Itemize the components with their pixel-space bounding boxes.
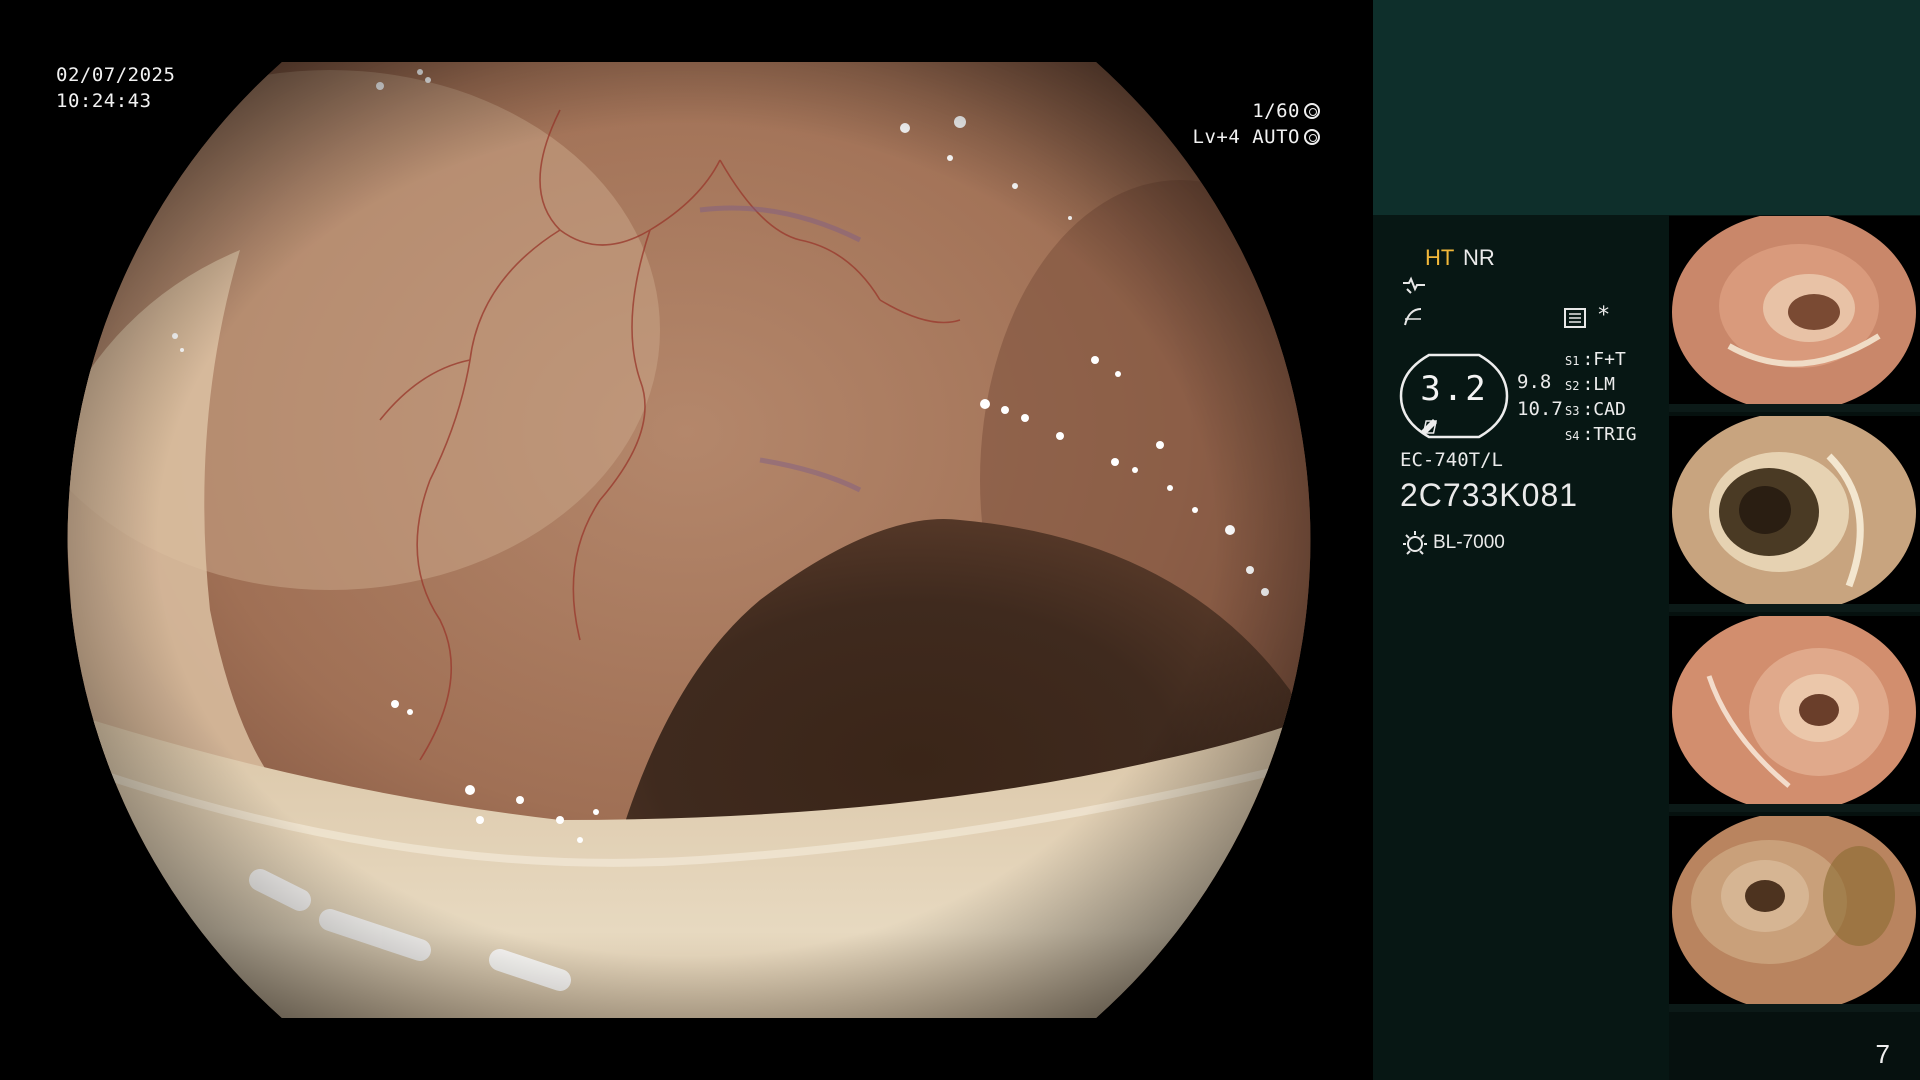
date-time-display: 02/07/2025 10:24:43 [56, 62, 175, 114]
side-value-1: 9.8 [1517, 371, 1552, 393]
mode-ht-label: HT [1425, 245, 1455, 270]
level-text: Lv+4 AUTO [1192, 126, 1300, 148]
scope-model: EC-740T/L [1400, 449, 1503, 471]
star-marker: * [1597, 303, 1611, 328]
tone-curve-icon [1404, 308, 1422, 326]
exposure-display: 1/60 Lv+4 AUTO [1160, 98, 1320, 150]
thumbnail-bar [1669, 804, 1920, 812]
thumbnail-image [1672, 816, 1916, 1012]
captured-thumbnail[interactable] [1669, 616, 1920, 812]
switch-key: S2 [1565, 379, 1580, 393]
switch-value: TRIG [1593, 424, 1637, 445]
oval-value: 3.2 [1420, 369, 1488, 409]
value-oval: 3.2 [1399, 351, 1509, 441]
switch-value: LM [1593, 374, 1615, 395]
settings-info: HT NR * 3.2 9.8 10.7 S1:F+T S2:LM S3:… [1373, 215, 1669, 1080]
panel-header-area [1373, 0, 1920, 215]
light-source-label: BL-7000 [1433, 532, 1505, 553]
thumbnail-bar [1669, 404, 1920, 412]
date-text: 02/07/2025 [56, 64, 176, 86]
thumbnail-image [1672, 216, 1916, 412]
record-list-icon [1564, 308, 1586, 328]
captured-thumbnail[interactable] [1669, 416, 1920, 612]
switch-value: F+T [1593, 349, 1626, 370]
captured-thumbnail[interactable] [1669, 216, 1920, 412]
switch-s2: S2:LM [1565, 374, 1615, 395]
enhance-curve-icon [1403, 276, 1425, 294]
switch-s3: S3:CAD [1565, 399, 1626, 420]
light-source-icon [1403, 531, 1427, 555]
switch-s1: S1:F+T [1565, 349, 1626, 370]
thumbnail-image [1672, 416, 1916, 612]
thumbnail-bar [1669, 1004, 1920, 1012]
thumbnail-image [1672, 616, 1916, 812]
switch-key: S3 [1565, 404, 1580, 418]
endoscopy-screen: 02/07/2025 10:24:43 1/60 Lv+4 AUTO HT NR [0, 0, 1920, 1080]
endoscope-view: 02/07/2025 10:24:43 1/60 Lv+4 AUTO [0, 0, 1373, 1080]
mode-nr-label: NR [1463, 245, 1495, 270]
info-panel: HT NR * 3.2 9.8 10.7 S1:F+T S2:LM S3:… [1373, 0, 1920, 1080]
side-value-2: 10.7 [1517, 398, 1563, 420]
page-number: 7 [1875, 1039, 1890, 1069]
endoscope-image [67, 62, 1311, 1018]
captured-thumbnail[interactable] [1669, 816, 1920, 1012]
switch-s4: S4:TRIG [1565, 424, 1637, 445]
thumbnail-bar [1669, 604, 1920, 612]
shutter-text: 1/60 [1252, 100, 1300, 122]
switch-value: CAD [1593, 399, 1626, 420]
aperture-icon [1304, 103, 1320, 119]
auto-iris-icon [1304, 129, 1320, 145]
time-text: 10:24:43 [56, 90, 152, 112]
scope-serial: 2C733K081 [1400, 477, 1579, 513]
switch-key: S4 [1565, 429, 1580, 443]
switch-key: S1 [1565, 354, 1580, 368]
